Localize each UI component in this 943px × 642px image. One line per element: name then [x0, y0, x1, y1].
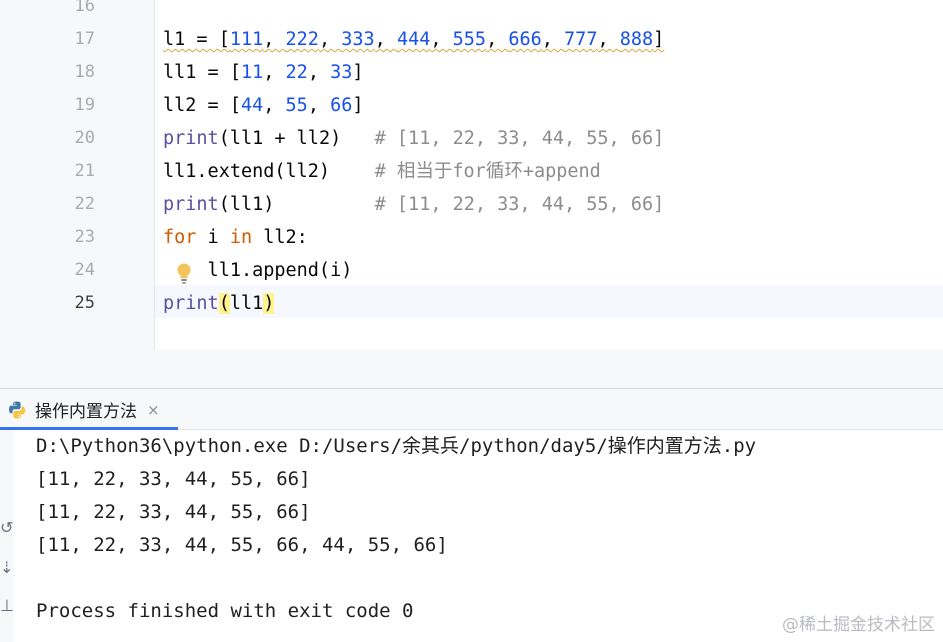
code-token: 22	[285, 62, 308, 83]
line-number: 19	[74, 95, 95, 115]
code-token: 666	[508, 29, 542, 50]
code-token: ll2:	[252, 227, 308, 248]
code-token: ll1 = [	[163, 62, 241, 83]
code-token: print	[163, 128, 219, 149]
code-token: ,	[374, 29, 397, 50]
code-token: print	[163, 293, 219, 314]
code-token: # [11, 22, 33, 44, 55, 66]	[374, 128, 665, 149]
line-number: 21	[74, 161, 95, 181]
lightbulb-icon[interactable]	[175, 262, 193, 284]
line-number: 17	[74, 29, 95, 49]
code-token: ,	[318, 29, 342, 50]
python-icon	[9, 401, 25, 418]
code-token: l1 = [	[163, 29, 230, 50]
code-line[interactable]: print(ll1 + ll2) # [11, 22, 33, 44, 55, …	[163, 122, 664, 155]
code-line[interactable]: print(ll1)	[163, 287, 275, 320]
code-line[interactable]: ll1 = [11, 22, 33]	[163, 56, 364, 89]
code-token: 222	[285, 29, 319, 50]
line-number: 24	[74, 260, 95, 280]
code-token: ,	[486, 29, 509, 50]
code-token: (ll1)	[218, 194, 375, 215]
line-number: 20	[74, 128, 95, 148]
line-number: 16	[74, 0, 95, 16]
console-line: Process finished with exit code 0	[36, 600, 414, 622]
code-token: (	[218, 293, 230, 314]
code-token: print	[163, 194, 219, 215]
code-token: # [11, 22, 33, 44, 55, 66]	[374, 194, 665, 215]
code-line[interactable]: ll2 = [44, 55, 66]	[163, 89, 364, 122]
code-token: )	[263, 293, 275, 314]
code-token: 777	[564, 29, 598, 50]
code-token: ,	[541, 29, 565, 50]
code-token: 444	[396, 29, 431, 50]
code-token: 11	[240, 62, 264, 83]
code-token: ll1.extend(ll2)	[163, 161, 375, 182]
code-token: ,	[263, 29, 286, 50]
code-token: for	[163, 227, 197, 248]
editor-bottom-area	[65, 350, 943, 388]
code-token: ,	[307, 95, 331, 116]
console-line: D:\Python36\python.exe D:/Users/余其兵/pyth…	[36, 435, 757, 457]
code-token: ]	[352, 62, 364, 83]
editor-left-strip	[0, 0, 65, 388]
console-toolbar: ↺ ⇣ ⊥	[0, 430, 14, 642]
code-token: ]	[352, 95, 364, 116]
code-token: ll1	[229, 293, 264, 314]
code-token: 555	[452, 29, 487, 50]
code-token: in	[229, 227, 253, 248]
code-token: # 相当于for循环+append	[374, 161, 601, 182]
console-line: [11, 22, 33, 44, 55, 66]	[36, 468, 311, 490]
code-token: ,	[263, 95, 286, 116]
line-number: 23	[74, 227, 95, 247]
code-token: 55	[285, 95, 308, 116]
code-token: ]	[653, 29, 665, 50]
console-line: [11, 22, 33, 44, 55, 66, 44, 55, 66]	[36, 534, 448, 556]
watermark: @稀土掘金技术社区	[782, 615, 935, 635]
code-token: 111	[229, 29, 264, 50]
code-line[interactable]: for i in ll2:	[163, 221, 308, 254]
code-token: 44	[240, 95, 264, 116]
close-icon[interactable]: ×	[147, 401, 160, 419]
code-token: 33	[330, 62, 353, 83]
console-line: [11, 22, 33, 44, 55, 66]	[36, 501, 311, 523]
rerun-icon[interactable]: ↺	[0, 518, 13, 537]
code-token: 333	[341, 29, 375, 50]
code-token: (ll1 + ll2)	[218, 128, 375, 149]
code-token: ,	[307, 62, 331, 83]
line-number: 18	[74, 62, 95, 82]
code-token: ,	[430, 29, 453, 50]
line-number: 25	[74, 293, 95, 313]
scroll-to-end-icon[interactable]: ⇣	[0, 558, 13, 577]
run-tab-label: 操作内置方法	[35, 402, 137, 422]
code-token: ,	[263, 62, 286, 83]
code-line[interactable]: l1 = [111, 222, 333, 444, 555, 666, 777,…	[163, 23, 664, 56]
code-line[interactable]: print(ll1) # [11, 22, 33, 44, 55, 66]	[163, 188, 664, 221]
pin-icon[interactable]: ⊥	[0, 596, 14, 615]
code-token: i	[196, 227, 230, 248]
code-token: 888	[619, 29, 654, 50]
code-token: ,	[597, 29, 620, 50]
code-line[interactable]: ll1.extend(ll2) # 相当于for循环+append	[163, 155, 601, 188]
line-number: 22	[74, 194, 95, 214]
code-token: 66	[330, 95, 353, 116]
code-token: ll2 = [	[163, 95, 241, 116]
run-tab[interactable]: 操作内置方法 ×	[0, 389, 178, 430]
